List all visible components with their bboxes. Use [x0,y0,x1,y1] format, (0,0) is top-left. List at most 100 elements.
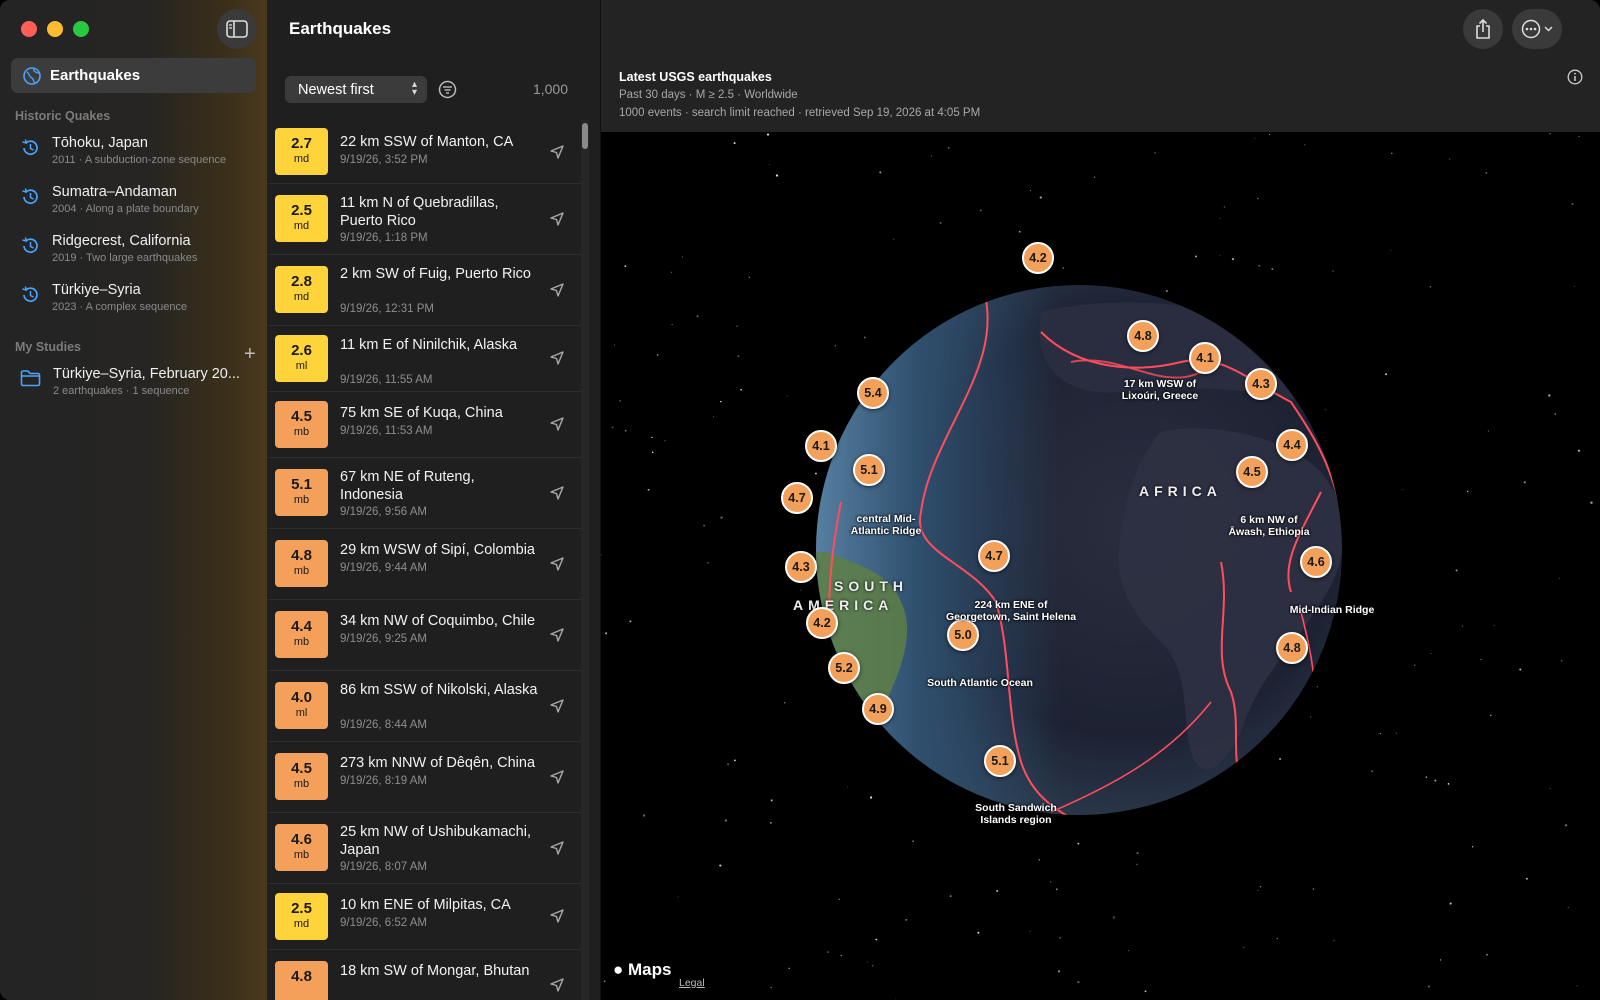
table-row[interactable]: 4.6 mb 25 km NW of Ushibukamachi, Japan 9/1… [267,813,581,884]
location-arrow-icon[interactable] [549,977,565,993]
location-arrow-icon[interactable] [549,485,565,501]
table-row[interactable]: 2.5 md 11 km N of Quebradillas, Puerto Ric… [267,184,581,255]
table-row[interactable]: 2.7 md 22 km SSW of Manton, CA 9/19/26, 3:5… [267,121,581,184]
quake-marker[interactable]: 4.4 [1276,429,1308,461]
quake-marker[interactable]: 5.1 [984,745,1016,777]
quake-marker[interactable]: 4.1 [805,430,837,462]
quake-marker[interactable]: 4.5 [1236,456,1268,488]
globe-map[interactable]: AFRICA SOUTH AMERICA 4.2 4.8 4.1 4.3 5.4 4.1 5… [601,132,1600,1000]
star [1018,230,1021,233]
location-arrow-icon[interactable] [549,350,565,366]
table-row[interactable]: 4.0 ml 86 km SSW of Nikolski, Alaska 9/19/2… [267,671,581,742]
table-row[interactable]: 4.5 mb 75 km SE of Kuqa, China 9/19/26, 11:… [267,392,581,458]
add-study-button[interactable]: + [244,344,256,364]
quake-place: 273 km NNW of Dêqên, China [340,755,536,771]
sidebar-item-tohoku[interactable]: Tōhoku, Japan 2011 · A subduction-zone se… [20,135,260,181]
star [827,951,829,953]
table-row[interactable]: 2.6 ml 11 km E of Ninilchik, Alaska 9/19/26… [267,326,581,392]
scrollbar-thumb[interactable] [582,123,588,149]
location-arrow-icon[interactable] [549,840,565,856]
zoom-window-button[interactable] [73,21,89,37]
star [1525,877,1528,880]
star [1260,886,1262,888]
sidebar-toggle-button[interactable] [217,9,257,49]
quake-marker[interactable]: 4.2 [806,607,838,639]
star [1276,938,1278,940]
table-row[interactable]: 4.8 mb 29 km WSW of Sipí, Colombia 9/19/26,… [267,529,581,600]
star [664,440,666,442]
location-arrow-icon[interactable] [549,627,565,643]
filter-icon[interactable] [438,80,457,99]
location-arrow-icon[interactable] [549,416,565,432]
location-arrow-icon[interactable] [549,769,565,785]
maps-brand-text: Maps [628,960,672,979]
star [1561,660,1563,662]
star [1455,569,1458,572]
star [786,395,788,397]
table-row[interactable]: 5.1 mb 67 km NE of Ruteng, Indonesia 9/19/2… [267,458,581,529]
star [1059,936,1062,939]
sidebar-item-study-turkiye[interactable]: Türkiye–Syria, February 20... 2 earthquak… [20,366,260,412]
magnitude-value: 2.5 [291,202,312,219]
continent-label-south-america-line2: AMERICA [793,597,894,613]
quake-marker[interactable]: 5.2 [828,652,860,684]
location-arrow-icon[interactable] [549,698,565,714]
star [870,796,873,799]
quake-marker[interactable]: 4.9 [862,693,894,725]
quake-marker[interactable]: 5.0 [947,619,979,651]
quake-marker[interactable]: 4.8 [1276,632,1308,664]
table-row[interactable]: 2.8 md 2 km SW of Fuig, Puerto Rico 9/19/26… [267,255,581,326]
sort-order-select[interactable]: Newest first ▴ ▾ [285,76,427,103]
sidebar-item-title: Sumatra–Andaman [52,184,177,200]
quake-marker[interactable]: 5.4 [857,377,889,409]
table-row[interactable]: 2.5 md 10 km ENE of Milpitas, CA 9/19/26, 6… [267,884,581,950]
sidebar-item-subtitle: 2 earthquakes · 1 sequence [53,385,190,397]
close-window-button[interactable] [21,21,37,37]
list-scrollbar[interactable] [581,120,589,1000]
table-row[interactable]: 4.8 18 km SW of Mongar, Bhutan [267,950,581,1000]
window-controls [21,21,89,37]
location-arrow-icon[interactable] [549,908,565,924]
star [611,426,614,429]
magnitude-value: 4.5 [291,407,312,425]
quake-marker[interactable]: 4.6 [1300,546,1332,578]
sidebar-item-subtitle: 2011 · A subduction-zone sequence [52,154,227,166]
sidebar-item-earthquakes[interactable]: Earthquakes [11,58,256,93]
star [671,271,672,273]
sidebar-item-title: Ridgecrest, California [52,233,191,249]
quake-marker[interactable]: 4.3 [1245,368,1277,400]
star [905,919,907,921]
table-row[interactable]: 4.4 mb 34 km NW of Coquimbo, Chile 9/19/26,… [267,600,581,671]
location-arrow-icon[interactable] [549,211,565,227]
minimize-window-button[interactable] [47,21,63,37]
quake-marker[interactable]: 4.3 [785,551,817,583]
sidebar-item-ridgecrest[interactable]: Ridgecrest, California 2019 · Two large e… [20,233,260,279]
magnitude-badge: 4.0 ml [275,682,328,729]
location-arrow-icon[interactable] [549,282,565,298]
star [740,388,743,391]
quake-marker[interactable]: 5.1 [853,454,885,486]
table-row[interactable]: 4.5 mb 273 km NNW of Dêqên, China 9/19/26, … [267,742,581,813]
legal-link[interactable]: Legal [679,977,705,989]
sidebar-item-sumatra[interactable]: Sumatra–Andaman 2004 · Along a plate boun… [20,184,260,230]
share-button[interactable] [1463,9,1503,49]
location-arrow-icon[interactable] [549,556,565,572]
app-window: Earthquakes Historic Quakes Tōhoku, Japa… [0,0,1600,1000]
quake-marker[interactable]: 4.7 [781,482,813,514]
magnitude-type: md [293,291,310,303]
star [656,354,659,356]
quake-place: 34 km NW of Coquimbo, Chile [340,613,536,629]
quake-time: 9/19/26, 8:44 AM [340,719,427,731]
star [770,986,772,989]
quake-marker[interactable]: 4.7 [978,540,1010,572]
location-arrow-icon[interactable] [549,144,565,160]
info-icon[interactable] [1567,69,1583,85]
star [707,562,709,564]
sidebar-item-turkiye-syria[interactable]: Türkiye–Syria 2023 · A complex sequence [20,282,260,328]
quake-marker[interactable]: 4.8 [1127,320,1159,352]
star [727,763,730,766]
quake-marker[interactable]: 4.2 [1022,242,1054,274]
share-icon [1476,18,1490,39]
more-options-button[interactable] [1512,9,1562,49]
quake-marker[interactable]: 4.1 [1189,342,1221,374]
